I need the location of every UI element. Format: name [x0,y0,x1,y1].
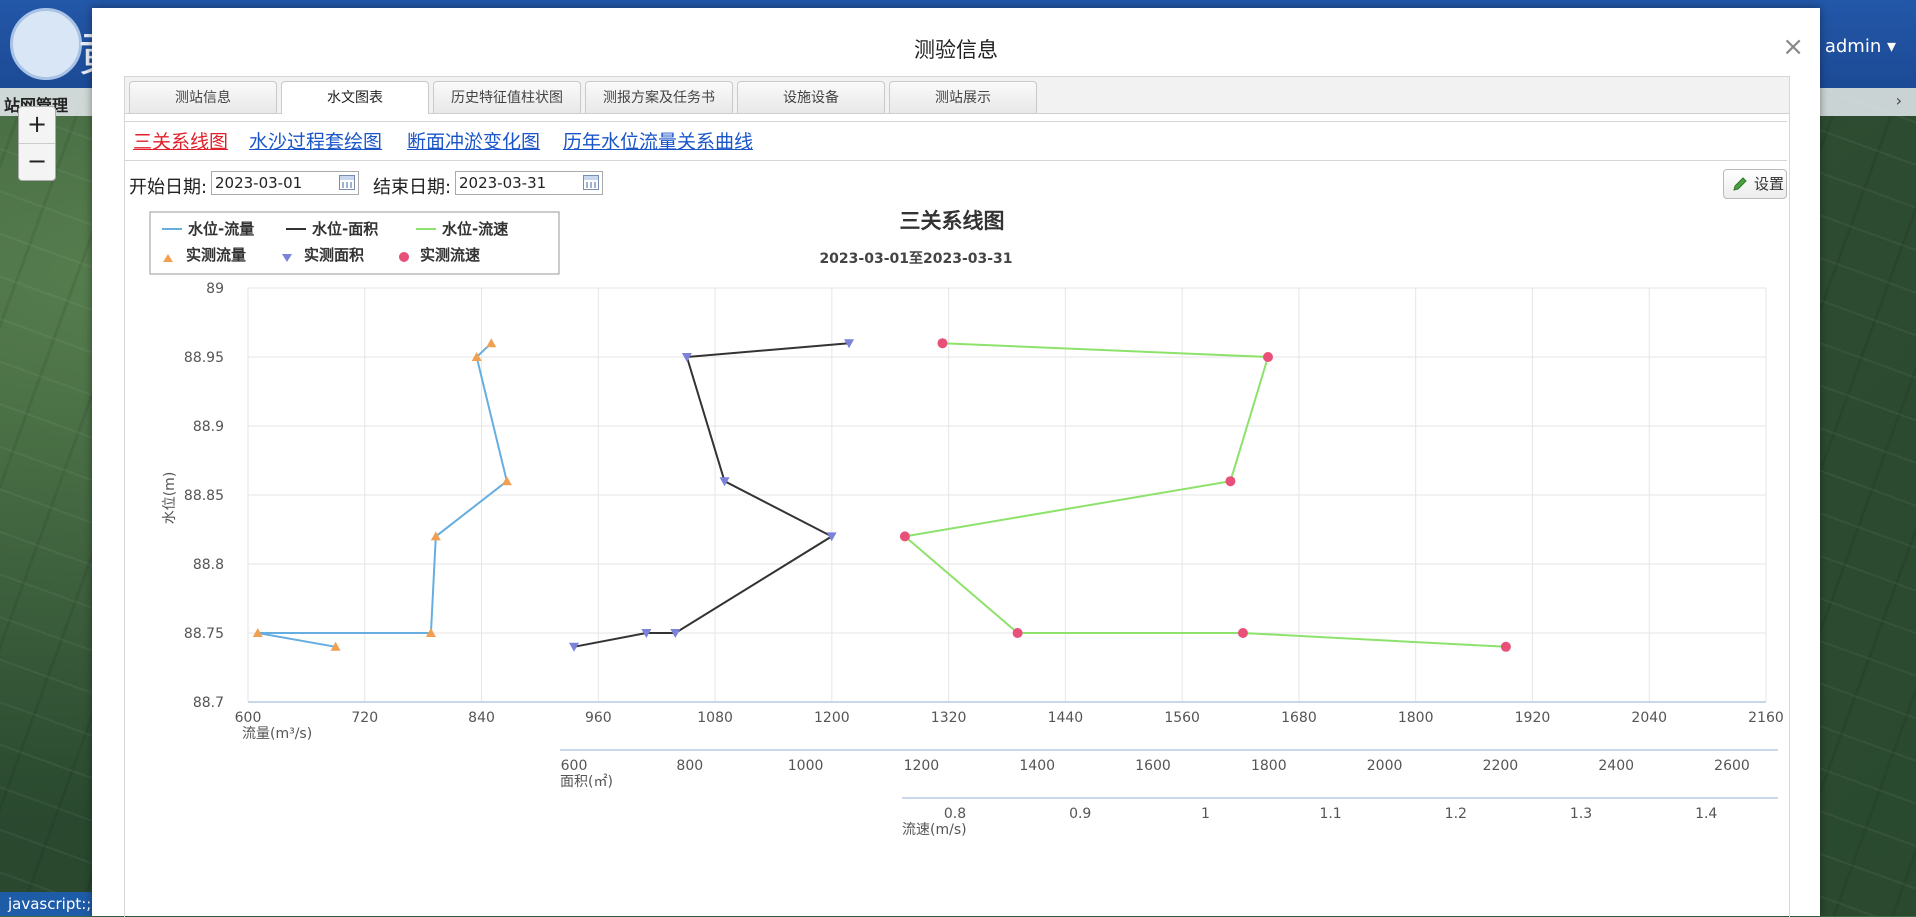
x-tick-label: 2000 [1367,758,1403,774]
status-bar: javascript:; [0,892,100,916]
x-tick-label: 800 [676,758,703,774]
x-tick-label: 1440 [1048,710,1084,726]
end-date-label: 结束日期: [373,177,452,198]
start-date-input[interactable]: 2023-03-01 [211,171,359,195]
calendar-icon[interactable] [583,175,599,190]
x-tick-label: 1.3 [1570,806,1592,822]
legend-label: 实测流量 [186,246,246,264]
x-tick-label: 0.8 [944,806,966,822]
x-tick-label: 1000 [788,758,824,774]
end-date-input[interactable]: 2023-03-31 [455,171,603,195]
x-axis-title: 流速(m/s) [902,822,967,838]
x-tick-label: 1400 [1019,758,1055,774]
tab-forecast-plan[interactable]: 测报方案及任务书 [585,81,733,113]
tab-facilities[interactable]: 设施设备 [737,81,885,113]
data-point [1012,628,1023,638]
subtab-water-sediment[interactable]: 水沙过程套绘图 [249,127,382,154]
x-tick-label: 1 [1201,806,1210,822]
y-tick-label: 88.85 [184,488,224,504]
x-tick-label: 1080 [697,710,733,726]
start-date-value: 2023-03-01 [215,174,303,192]
y-axis-title: 水位(m) [162,472,178,525]
x-tick-label: 0.9 [1069,806,1091,822]
legend-label: 实测面积 [304,246,364,264]
y-tick-label: 88.9 [193,419,224,435]
chart-subtitle: 2023-03-01至2023-03-31 [819,251,1012,267]
x-tick-label: 1800 [1398,710,1434,726]
y-tick-label: 89 [206,281,224,297]
legend-marker-circle [399,252,409,262]
end-date-value: 2023-03-31 [459,174,547,192]
chart-title: 三关系线图 [900,209,1005,233]
pencil-icon [1733,177,1747,191]
legend-label: 实测流速 [420,246,480,264]
data-point [569,642,579,652]
x-tick-label: 2600 [1714,758,1750,774]
subtab-three-relations[interactable]: 三关系线图 [133,127,228,154]
data-point [1263,352,1273,362]
legend-label: 水位-面积 [312,220,378,238]
x-tick-label: 600 [561,758,588,774]
y-tick-label: 88.8 [193,557,224,573]
data-point [937,338,948,349]
x-tick-label: 960 [585,710,612,726]
data-point [826,532,837,542]
start-date-label: 开始日期: [129,177,208,198]
y-tick-label: 88.95 [184,350,224,366]
x-tick-label: 600 [235,710,262,726]
x-axis-title: 流量(m³/s) [242,726,312,742]
user-name: admin [1824,36,1882,57]
data-point [899,531,910,542]
data-point [486,338,497,348]
x-tick-label: 720 [351,710,378,726]
data-point [1500,641,1511,652]
x-tick-label: 1200 [904,758,940,774]
data-point [1225,476,1236,487]
subtab-section-change[interactable]: 断面冲淤变化图 [407,127,540,154]
x-tick-label: 1.1 [1319,806,1341,822]
x-tick-label: 1.4 [1695,806,1717,822]
settings-label: 设置 [1754,175,1785,193]
data-point [501,476,512,486]
x-tick-label: 1920 [1515,710,1551,726]
x-tick-label: 1560 [1164,710,1200,726]
tab-station-info[interactable]: 测站信息 [129,81,277,113]
y-tick-label: 88.75 [184,626,224,642]
data-point [719,477,730,487]
x-tick-label: 1680 [1281,710,1317,726]
chevron-right-icon[interactable]: › [1896,91,1902,110]
tab-station-display[interactable]: 测站展示 [889,81,1037,113]
y-tick-label: 88.7 [193,695,224,711]
x-tick-label: 1320 [931,710,967,726]
x-tick-label: 1600 [1135,758,1171,774]
x-axis-title: 面积(㎡) [560,774,613,790]
x-tick-label: 1.2 [1445,806,1467,822]
modal-title: 测验信息 [914,38,998,62]
x-tick-label: 2040 [1631,710,1667,726]
subtab-bar: 三关系线图 水沙过程套绘图 断面冲淤变化图 历年水位流量关系曲线 [125,121,1787,161]
map-zoom-control: + − [18,106,56,181]
x-tick-label: 840 [468,710,495,726]
logo [10,8,82,80]
calendar-icon[interactable] [339,175,355,190]
legend-label: 水位-流量 [188,220,254,238]
subtab-stage-discharge[interactable]: 历年水位流量关系曲线 [563,127,753,154]
settings-button[interactable]: 设置 [1723,169,1787,199]
x-tick-label: 1200 [814,710,850,726]
tab-history-bars[interactable]: 历史特征值柱状图 [433,81,581,113]
zoom-out-button[interactable]: − [19,143,55,180]
x-tick-label: 2200 [1483,758,1519,774]
legend-label: 水位-流速 [442,220,508,238]
data-point [1237,628,1248,638]
tab-hydro-charts[interactable]: 水文图表 [281,81,429,114]
x-tick-label: 1800 [1251,758,1287,774]
chart: 89 88.95 88.9 88.85 88.8 88.75 88.7 600 720 840 96… [149,209,1784,838]
x-tick-label: 2400 [1598,758,1634,774]
filter-row: 开始日期: 2023-03-01 结束日期: 2023-03-31 设置 [125,169,1789,201]
zoom-in-button[interactable]: + [19,107,55,143]
x-tick-label: 2160 [1748,710,1784,726]
tab-bar: 测站信息 水文图表 历史特征值柱状图 测报方案及任务书 设施设备 测站展示 [125,77,1789,114]
close-icon[interactable]: × [1782,34,1804,60]
